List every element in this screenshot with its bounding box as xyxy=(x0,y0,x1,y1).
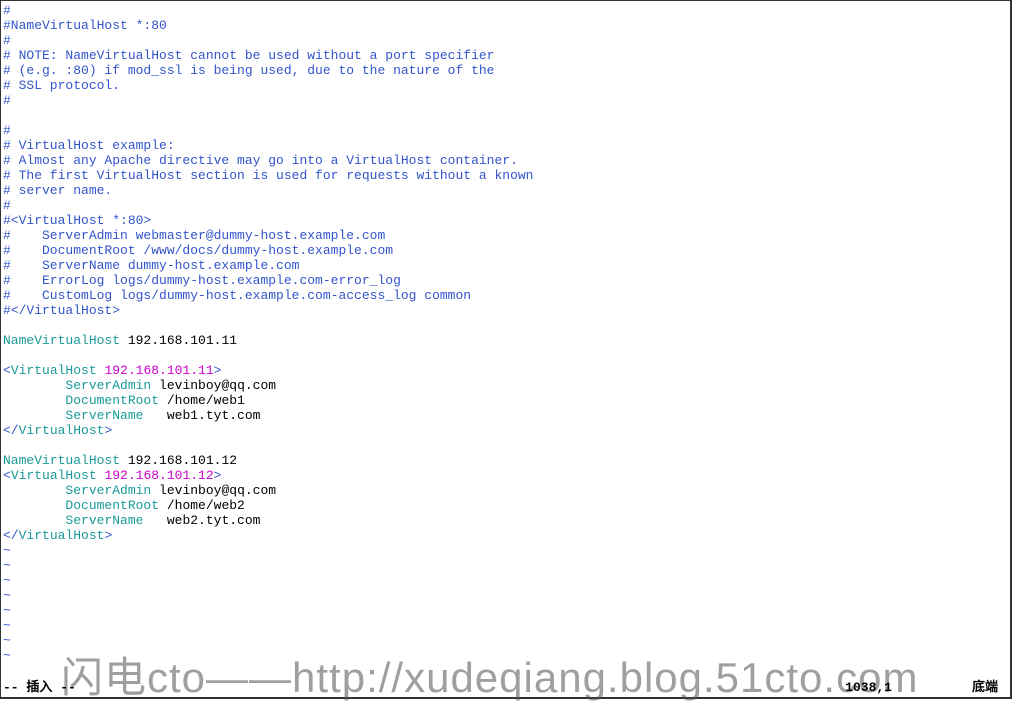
directive-line: ServerAdmin levinboy@qq.com xyxy=(3,483,1008,498)
cursor-position: 1038,1 xyxy=(845,680,892,695)
comment-line: # xyxy=(3,93,1008,108)
comment-line: #</VirtualHost> xyxy=(3,303,1008,318)
comment-line: # (e.g. :80) if mod_ssl is being used, d… xyxy=(3,63,1008,78)
directive-line: ServerName web1.tyt.com xyxy=(3,408,1008,423)
blank-line xyxy=(3,348,1008,363)
comment-line: # CustomLog logs/dummy-host.example.com-… xyxy=(3,288,1008,303)
blank-line xyxy=(3,438,1008,453)
vim-mode: -- 插入 -- xyxy=(3,680,76,695)
vim-tilde: ~ xyxy=(3,603,1008,618)
status-spacer xyxy=(76,680,845,695)
comment-line: # The first VirtualHost section is used … xyxy=(3,168,1008,183)
open-tag-line: <VirtualHost 192.168.101.11> xyxy=(3,363,1008,378)
directive-line: DocumentRoot /home/web2 xyxy=(3,498,1008,513)
blank-line xyxy=(3,318,1008,333)
comment-line: # xyxy=(3,3,1008,18)
comment-line: # NOTE: NameVirtualHost cannot be used w… xyxy=(3,48,1008,63)
directive-line: DocumentRoot /home/web1 xyxy=(3,393,1008,408)
blank-line xyxy=(3,108,1008,123)
vim-status-bar: -- 插入 -- 1038,1 底端 xyxy=(3,680,1008,695)
vim-tilde: ~ xyxy=(3,648,1008,663)
comment-line: # ServerName dummy-host.example.com xyxy=(3,258,1008,273)
close-tag-line: </VirtualHost> xyxy=(3,528,1008,543)
comment-line: # server name. xyxy=(3,183,1008,198)
comment-line: #NameVirtualHost *:80 xyxy=(3,18,1008,33)
comment-line: # Almost any Apache directive may go int… xyxy=(3,153,1008,168)
vim-tilde: ~ xyxy=(3,633,1008,648)
comment-line: # VirtualHost example: xyxy=(3,138,1008,153)
comment-line: # ErrorLog logs/dummy-host.example.com-e… xyxy=(3,273,1008,288)
directive-line: NameVirtualHost 192.168.101.11 xyxy=(3,333,1008,348)
close-tag-line: </VirtualHost> xyxy=(3,423,1008,438)
open-tag-line: <VirtualHost 192.168.101.12> xyxy=(3,468,1008,483)
directive-line: ServerAdmin levinboy@qq.com xyxy=(3,378,1008,393)
vim-tilde: ~ xyxy=(3,558,1008,573)
directive-line: NameVirtualHost 192.168.101.12 xyxy=(3,453,1008,468)
comment-line: # ServerAdmin webmaster@dummy-host.examp… xyxy=(3,228,1008,243)
vim-tilde: ~ xyxy=(3,573,1008,588)
comment-line: #<VirtualHost *:80> xyxy=(3,213,1008,228)
vim-tilde: ~ xyxy=(3,543,1008,558)
vim-tilde: ~ xyxy=(3,588,1008,603)
comment-line: # xyxy=(3,33,1008,48)
vim-tilde: ~ xyxy=(3,618,1008,633)
scroll-position: 底端 xyxy=(972,680,998,695)
comment-line: # DocumentRoot /www/docs/dummy-host.exam… xyxy=(3,243,1008,258)
comment-line: # xyxy=(3,123,1008,138)
comment-line: # SSL protocol. xyxy=(3,78,1008,93)
editor-content[interactable]: ##NameVirtualHost *:80## NOTE: NameVirtu… xyxy=(1,1,1010,665)
directive-line: ServerName web2.tyt.com xyxy=(3,513,1008,528)
comment-line: # xyxy=(3,198,1008,213)
